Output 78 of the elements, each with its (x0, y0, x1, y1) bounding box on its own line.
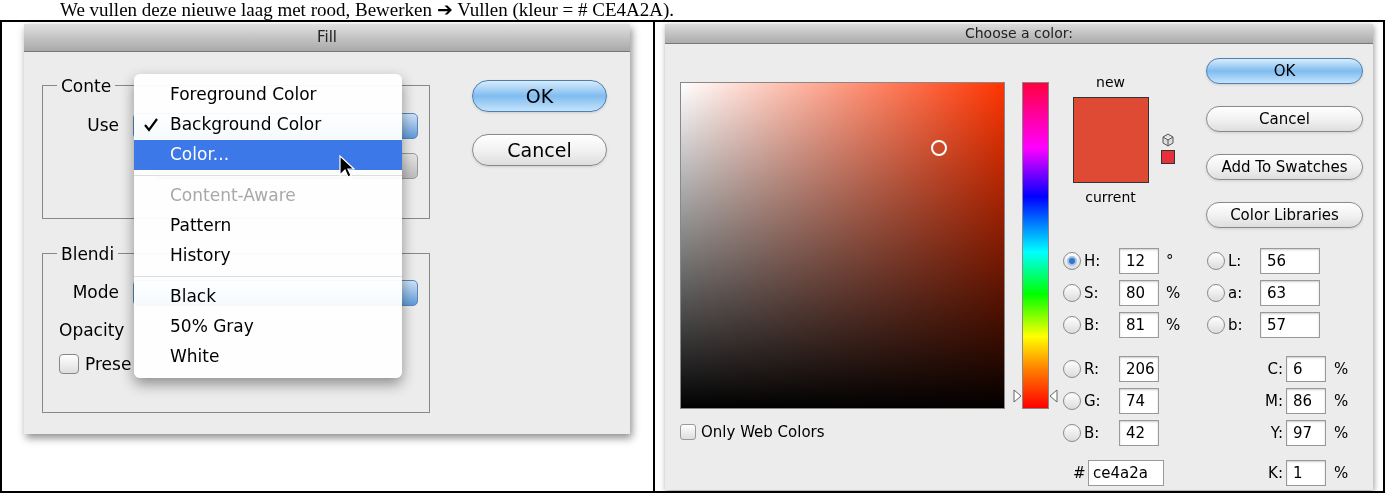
field-label: L: (1227, 250, 1243, 272)
field-label: G: (1083, 390, 1102, 412)
slider-thumb[interactable] (1013, 388, 1058, 403)
checkbox-label: Only Web Colors (701, 422, 825, 443)
window-title: Fill (316, 27, 337, 49)
number-field[interactable]: 81 (1119, 312, 1159, 338)
menu-item[interactable]: Background Color (134, 110, 402, 140)
number-field[interactable]: 56 (1260, 248, 1320, 274)
dialog-button[interactable]: Cancel (1206, 106, 1363, 132)
dialog-button[interactable]: OK (1206, 58, 1363, 84)
field-label: R: (1083, 358, 1100, 380)
radio-button[interactable] (1063, 424, 1081, 442)
dialog-button[interactable]: Color Libraries (1206, 202, 1363, 228)
hex-field[interactable]: ce4a2a (1088, 460, 1164, 486)
new-label: new (1096, 73, 1125, 92)
radio-button[interactable] (1063, 392, 1081, 410)
number-field[interactable]: 63 (1260, 280, 1320, 306)
caption: We vullen deze nieuwe laag met rood, Bewerken ➔ Vullen (kleur = # CE4A2A). (59, 0, 676, 20)
radio-button[interactable] (1063, 252, 1081, 270)
radio-button[interactable] (1207, 252, 1225, 270)
number-field[interactable]: 86 (1286, 388, 1326, 414)
window-title: Choose a color: (964, 24, 1074, 43)
color-field[interactable] (680, 82, 1005, 409)
number-field[interactable]: 206 (1119, 356, 1159, 382)
field-label: K: (1267, 462, 1284, 484)
dialog-button[interactable]: Cancel (472, 134, 607, 166)
field-label: M: (1264, 390, 1284, 412)
number-field[interactable]: 42 (1119, 420, 1159, 446)
field-label: # (1073, 462, 1087, 484)
field-label: S: (1083, 282, 1100, 304)
field-label: C: (1266, 358, 1284, 380)
unit-label: % (1166, 282, 1181, 304)
dialog-button[interactable]: Add To Swatches (1206, 154, 1363, 180)
menu-item[interactable]: History (134, 241, 402, 271)
menu-item[interactable]: Black (134, 282, 402, 312)
radio-button[interactable] (1063, 284, 1081, 302)
field-label: B: (1083, 422, 1101, 444)
hue-slider[interactable] (1013, 82, 1058, 409)
radio-button[interactable] (1063, 316, 1081, 334)
marker-icon (931, 140, 947, 156)
menu-item[interactable]: Foreground Color (134, 80, 402, 110)
cursor-icon (339, 155, 355, 179)
check-icon (144, 118, 158, 132)
field-label: B: (1083, 314, 1101, 336)
field-label: Opacity (59, 319, 125, 342)
field-label: b: (1227, 314, 1244, 336)
current-label: current (1085, 188, 1136, 207)
checkbox[interactable] (59, 354, 79, 375)
checkbox-label: Prese (85, 352, 132, 376)
number-field[interactable]: 97 (1286, 420, 1326, 446)
field-label: Use (86, 114, 119, 138)
radio-button[interactable] (1207, 316, 1225, 334)
menu-item[interactable]: White (134, 342, 402, 372)
menu-item[interactable]: 50% Gray (134, 312, 402, 342)
number-field[interactable]: 12 (1119, 248, 1159, 274)
radio-button[interactable] (1207, 284, 1225, 302)
cube-icon[interactable] (1161, 133, 1175, 147)
field-label: Y: (1269, 422, 1284, 444)
number-field[interactable]: 1 (1286, 460, 1326, 486)
unit-label: % (1334, 462, 1349, 484)
unit-label: % (1334, 390, 1349, 412)
radio-button[interactable] (1063, 360, 1081, 378)
unit-label: % (1334, 422, 1349, 444)
number-field[interactable]: 80 (1119, 280, 1159, 306)
field-label: H: (1083, 250, 1102, 272)
warning-swatch[interactable] (1161, 150, 1175, 164)
unit-label: % (1166, 314, 1181, 336)
menu-item[interactable]: Color... (134, 140, 402, 170)
number-field[interactable]: 6 (1286, 356, 1326, 382)
number-field[interactable]: 74 (1119, 388, 1159, 414)
menu-item[interactable]: Pattern (134, 211, 402, 241)
unit-label: % (1334, 358, 1349, 380)
unit-label: ° (1166, 250, 1174, 272)
dialog-button[interactable]: OK (472, 80, 607, 112)
checkbox[interactable] (680, 424, 696, 441)
field-label: Mode (71, 281, 119, 305)
number-field[interactable]: 57 (1260, 312, 1320, 338)
field-label: a: (1227, 282, 1244, 304)
